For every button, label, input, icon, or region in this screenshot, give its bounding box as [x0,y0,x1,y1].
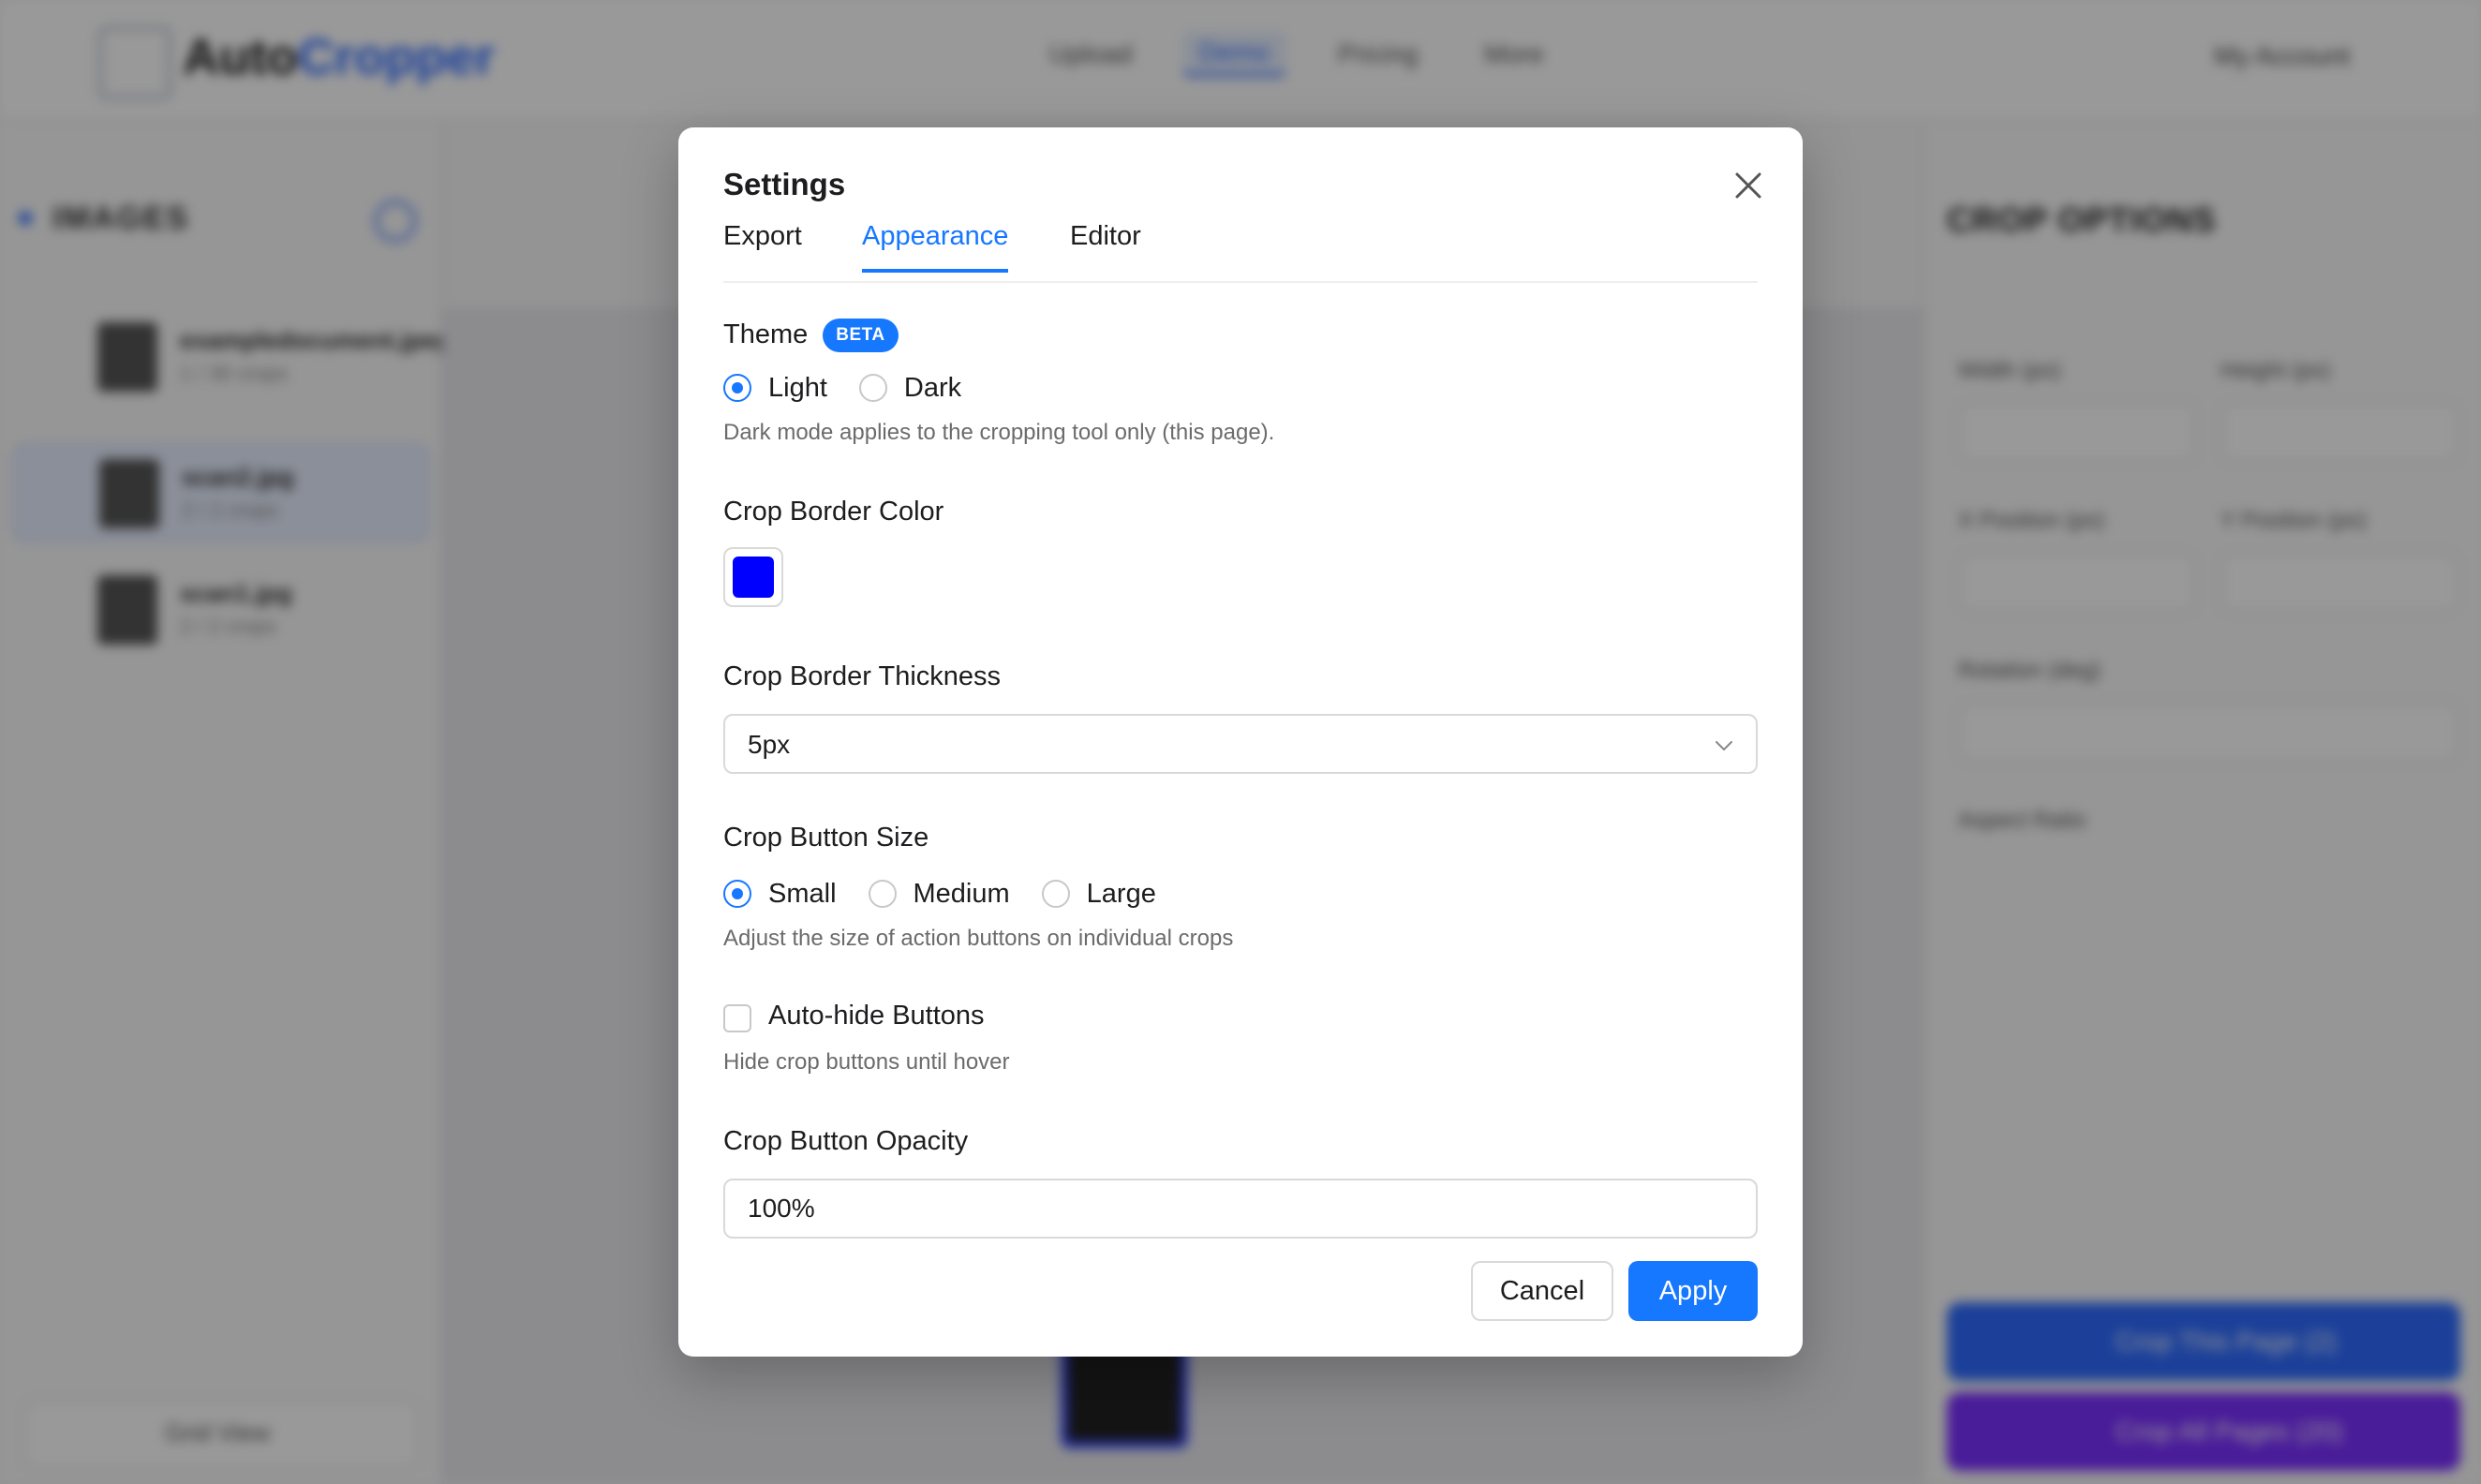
size-small-radio[interactable] [723,880,751,908]
auto-hide-checkbox[interactable] [723,1004,751,1032]
tab-appearance[interactable]: Appearance [862,221,1009,273]
crop-border-color-picker[interactable] [723,547,783,607]
button-size-help-text: Adjust the size of action buttons on ind… [723,926,1234,951]
close-icon [1735,172,1761,199]
theme-dark-label[interactable]: Dark [904,373,961,404]
theme-light-label[interactable]: Light [768,373,827,404]
settings-tabs: Export Appearance Editor [723,221,1758,283]
color-swatch [733,556,774,598]
auto-hide-help-text: Hide crop buttons until hover [723,1049,1010,1075]
apply-button[interactable]: Apply [1628,1261,1758,1321]
crop-button-opacity-label: Crop Button Opacity [723,1126,969,1156]
size-large-radio[interactable] [1041,880,1070,908]
crop-border-color-label: Crop Border Color [723,497,944,527]
size-medium-label[interactable]: Medium [914,879,1010,910]
size-small-label[interactable]: Small [768,879,837,910]
theme-light-radio[interactable] [723,374,751,402]
button-size-radio-group: Small Medium Large [723,875,1188,913]
chevron-down-icon [1716,741,1732,750]
crop-border-thickness-label: Crop Border Thickness [723,661,1002,691]
beta-badge: BETA [823,319,899,352]
crop-border-thickness-select[interactable]: 5px [723,714,1758,774]
theme-label: Theme BETA [723,319,899,352]
theme-dark-radio[interactable] [858,374,887,402]
cancel-button[interactable]: Cancel [1471,1261,1613,1321]
tab-export[interactable]: Export [723,221,802,269]
crop-button-opacity-input[interactable] [723,1179,1758,1239]
crop-button-size-label: Crop Button Size [723,823,929,853]
size-large-label[interactable]: Large [1087,879,1156,910]
auto-hide-label[interactable]: Auto-hide Buttons [768,1001,985,1031]
theme-help-text: Dark mode applies to the cropping tool o… [723,420,1275,445]
tab-editor[interactable]: Editor [1070,221,1141,269]
settings-dialog: Settings Export Appearance Editor Theme B… [678,127,1803,1357]
select-value: 5px [748,730,791,759]
theme-radio-group: Light Dark [723,369,993,407]
close-button[interactable] [1728,165,1769,206]
dialog-title: Settings [723,167,846,201]
size-medium-radio[interactable] [868,880,897,908]
